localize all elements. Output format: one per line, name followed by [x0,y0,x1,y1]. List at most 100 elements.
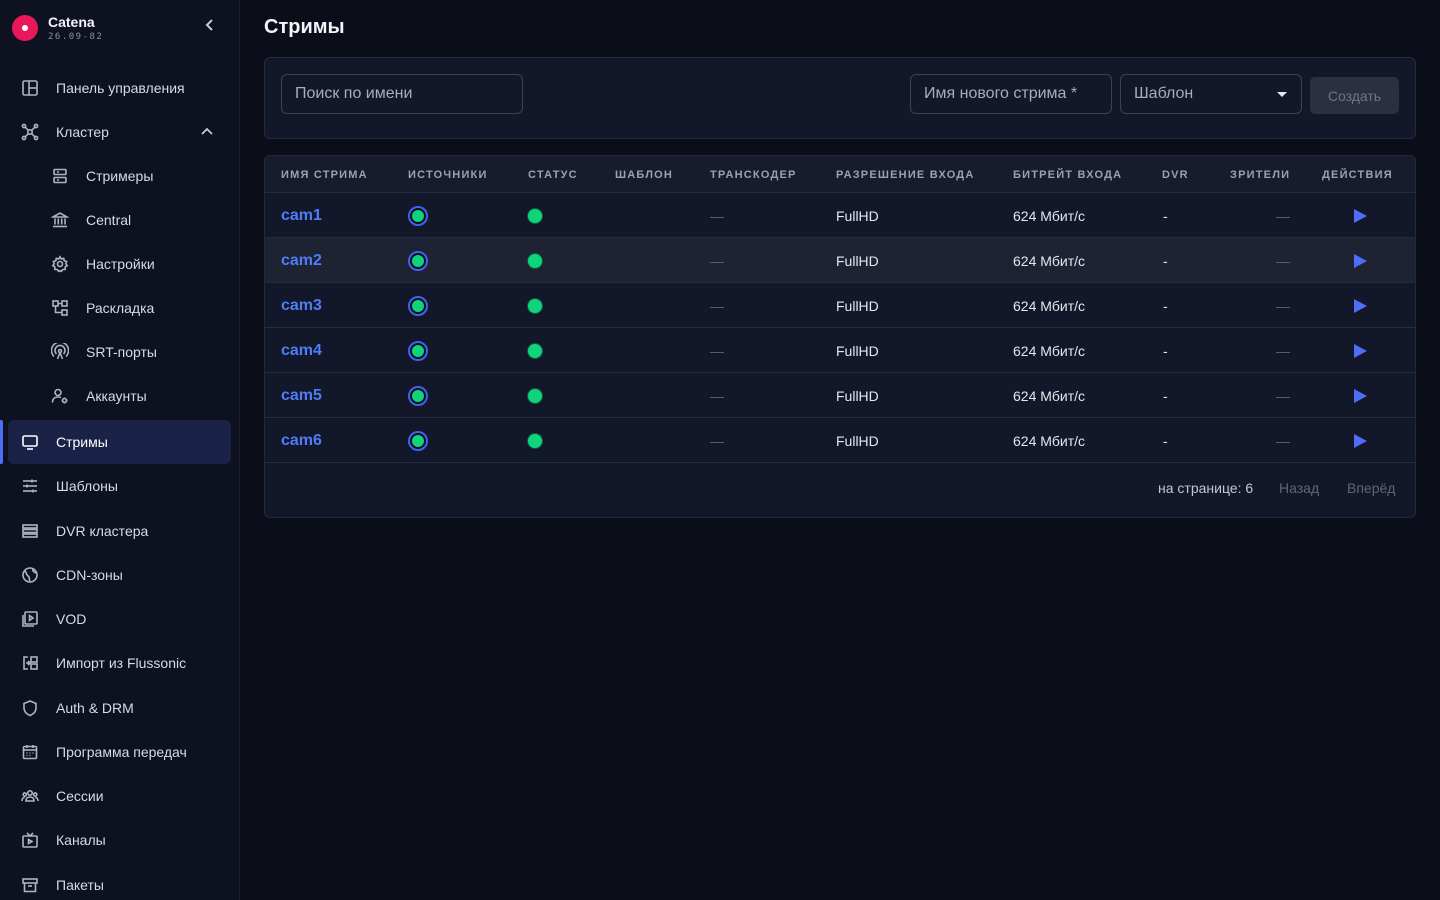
dashboard-icon [20,78,40,98]
sidebar-item-accounts[interactable]: Аккаунты [8,374,231,418]
sidebar-item-label: Шаблоны [56,478,118,494]
source-status-icon [408,430,428,451]
sidebar-item-label: Пакеты [56,877,104,893]
play-icon[interactable] [1354,208,1367,223]
play-icon[interactable] [1354,253,1367,268]
streams-table: Имя стрима Источники Статус Шаблон Транс… [264,155,1416,518]
table-row[interactable]: cam6 — FullHD 624 Мбит/с - — [265,418,1415,463]
layout-icon [50,298,70,318]
transcoder-cell: — [710,387,724,404]
source-status-icon [408,205,428,226]
table-row[interactable]: cam2 — FullHD 624 Мбит/с - — [265,238,1415,283]
new-stream-name-input[interactable] [910,74,1112,114]
stream-name-link[interactable]: cam1 [281,207,322,225]
page-title: Стримы [264,16,345,38]
catena-logo-icon [12,15,38,41]
transcoder-cell: — [710,252,724,269]
table-row[interactable]: cam5 — FullHD 624 Мбит/с - — [265,373,1415,418]
sidebar-item-auth-drm[interactable]: Auth & DRM [8,686,231,730]
monitor-icon [20,432,40,452]
transcoder-cell: — [710,342,724,359]
viewers-cell: — [1276,342,1290,359]
column-header-input-resolution: Разрешение входа [836,169,975,181]
sliders-icon [20,476,40,496]
resolution-cell: FullHD [836,342,879,359]
play-icon[interactable] [1354,298,1367,313]
brand[interactable]: Catena 26.09-82 [12,14,232,44]
stream-name-link[interactable]: cam4 [281,342,322,360]
column-header-actions: Действия [1322,169,1393,181]
column-header-input-bitrate: Битрейт входа [1013,169,1123,181]
dvr-cell: - [1163,432,1168,449]
table-header: Имя стрима Источники Статус Шаблон Транс… [265,156,1415,193]
sidebar-item-settings[interactable]: Настройки [8,242,231,286]
transcoder-cell: — [710,207,724,224]
sidebar-item-flussonic-import[interactable]: Импорт из Flussonic [8,641,231,685]
table-row[interactable]: cam4 — FullHD 624 Мбит/с - — [265,328,1415,373]
resolution-cell: FullHD [836,297,879,314]
viewers-cell: — [1276,207,1290,224]
stream-name-link[interactable]: cam6 [281,432,322,450]
dvr-cell: - [1163,207,1168,224]
collapse-sidebar-button[interactable] [200,18,220,38]
cluster-icon [20,122,40,142]
create-button[interactable]: Создать [1310,77,1399,114]
sidebar-item-central[interactable]: Central [8,198,231,242]
source-status-icon [408,385,428,406]
template-select-value: Шаблон [1134,85,1194,102]
sidebar-item-channels[interactable]: Каналы [8,818,231,862]
sidebar-item-tv-program[interactable]: Программа передач [8,730,231,774]
search-input[interactable] [281,74,523,114]
sidebar-item-label: Кластер [56,124,109,140]
chevron-left-icon [205,19,213,31]
sidebar-item-cdn-zones[interactable]: CDN-зоны [8,553,231,597]
stream-name-link[interactable]: cam2 [281,252,322,270]
source-status-icon [408,295,428,316]
sidebar-item-cluster-dvr[interactable]: DVR кластера [8,509,231,553]
sidebar-item-label: Раскладка [86,300,155,316]
template-select[interactable]: Шаблон [1120,74,1302,114]
sidebar-item-layout[interactable]: Раскладка [8,286,231,330]
play-icon[interactable] [1354,343,1367,358]
play-icon[interactable] [1354,388,1367,403]
status-online-icon [528,388,542,403]
status-online-icon [528,298,542,313]
dvr-cell: - [1163,252,1168,269]
app-version: 26.09-82 [48,32,104,42]
archive-icon [20,875,40,895]
column-header-name[interactable]: Имя стрима [281,169,368,181]
bitrate-cell: 624 Мбит/с [1013,342,1086,359]
sidebar-item-streamers[interactable]: Стримеры [8,154,231,198]
sidebar-item-label: DVR кластера [56,523,149,539]
resolution-cell: FullHD [836,432,879,449]
sidebar-item-cluster[interactable]: Кластер [8,110,231,154]
prev-page-button[interactable]: Назад [1279,480,1319,496]
calendar-icon [20,742,40,762]
sidebar-item-srt-ports[interactable]: SRT-порты [8,330,231,374]
sidebar-item-packages[interactable]: Пакеты [8,863,231,900]
gear-icon [50,254,70,274]
chevron-up-icon[interactable] [199,124,215,140]
sidebar-item-label: Стримеры [86,168,154,184]
sidebar-item-streams[interactable]: Стримы [0,420,231,464]
sidebar-item-vod[interactable]: VOD [8,597,231,641]
sidebar-item-label: Auth & DRM [56,700,134,716]
bitrate-cell: 624 Мбит/с [1013,252,1086,269]
sidebar-item-label: Настройки [86,256,155,272]
source-status-icon [408,340,428,361]
sidebar-item-templates[interactable]: Шаблоны [8,464,231,508]
column-header-dvr: DVR [1162,169,1189,181]
sidebar-item-label: Панель управления [56,80,185,96]
sidebar-item-label: Central [86,212,132,228]
import-icon [20,653,40,673]
table-row[interactable]: cam3 — FullHD 624 Мбит/с - — [265,283,1415,328]
sidebar-item-sessions[interactable]: Сессии [8,774,231,818]
table-row[interactable]: cam1 — FullHD 624 Мбит/с - — [265,193,1415,238]
sidebar-item-label: CDN-зоны [56,567,123,583]
sidebar-item-dashboard[interactable]: Панель управления [8,66,231,110]
next-page-button[interactable]: Вперёд [1347,480,1395,496]
stream-name-link[interactable]: cam5 [281,387,322,405]
play-icon[interactable] [1354,433,1367,448]
stream-name-link[interactable]: cam3 [281,297,322,315]
user-gear-icon [50,386,70,406]
